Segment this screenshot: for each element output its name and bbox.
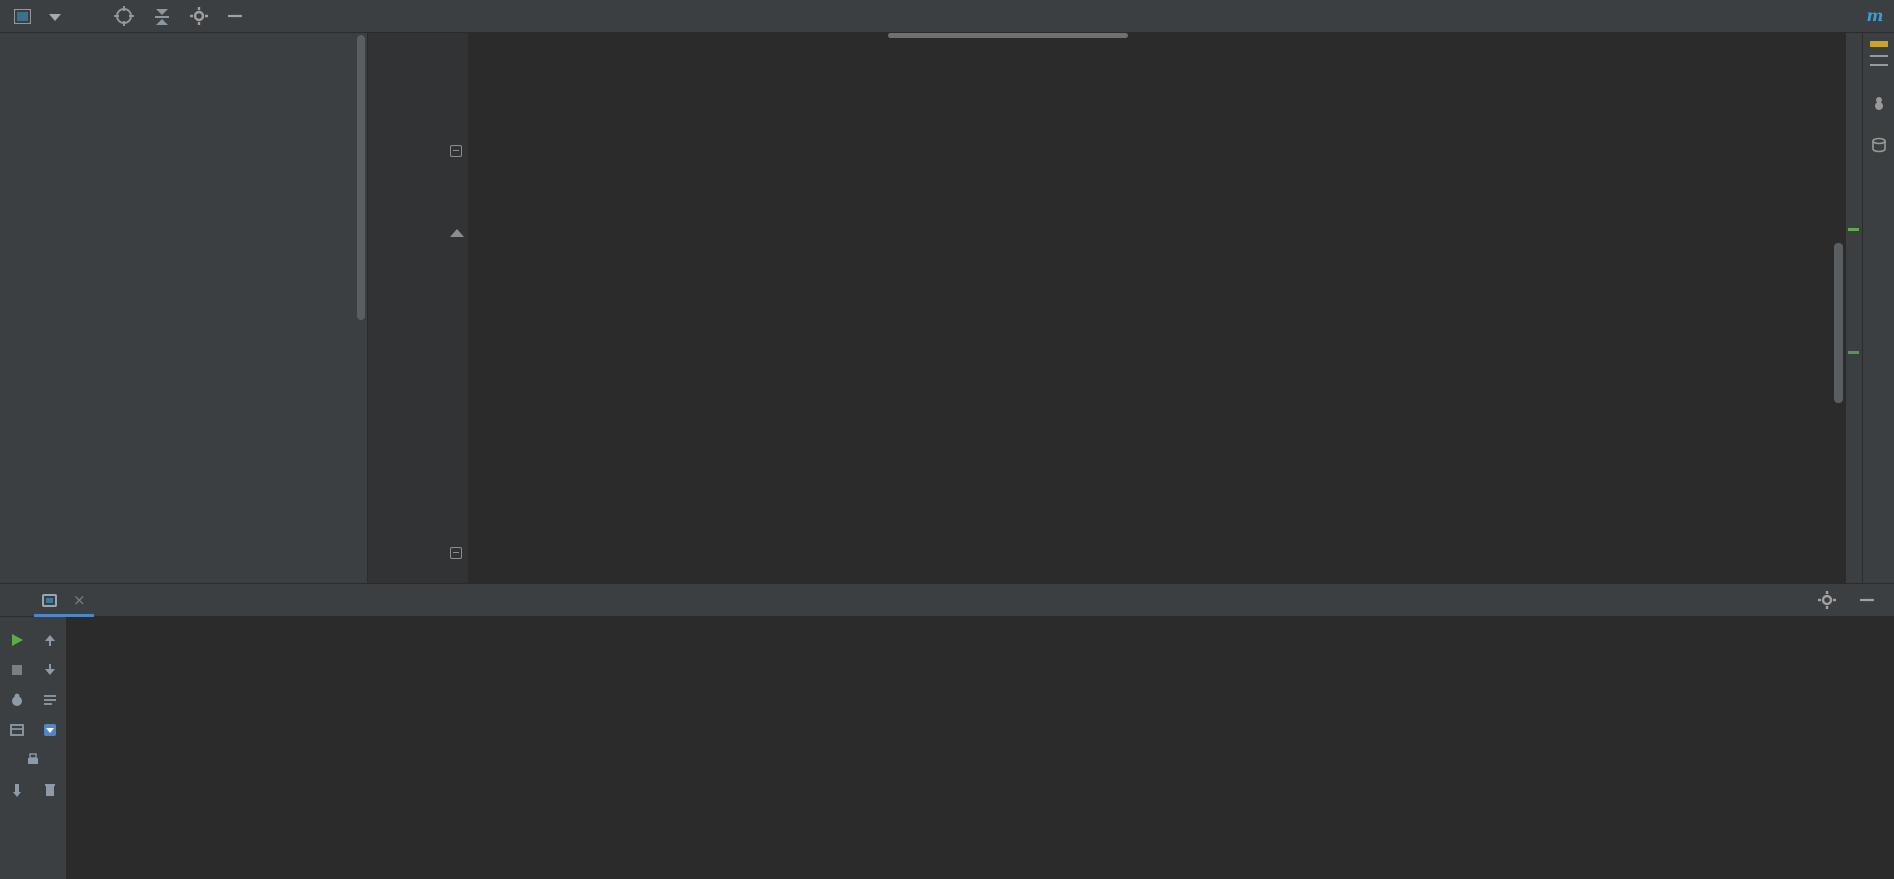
- print-icon[interactable]: [23, 750, 43, 770]
- tool-window-database[interactable]: [1877, 157, 1881, 175]
- down-arrow-icon[interactable]: [40, 660, 60, 680]
- hide-icon[interactable]: [226, 7, 244, 25]
- project-panel-header: [0, 0, 368, 32]
- scroll-to-end-icon[interactable]: [40, 720, 60, 740]
- tab-overflow-icon[interactable]: [1856, 0, 1894, 32]
- code-folding-column[interactable]: [446, 33, 468, 583]
- divider-line-1: [1869, 55, 1888, 57]
- code-editor[interactable]: [368, 33, 1862, 583]
- ant-icon: [1871, 95, 1887, 111]
- stop-icon[interactable]: [7, 660, 27, 680]
- editor-tab-strip: [368, 0, 1856, 32]
- divider-line-2: [1869, 64, 1888, 66]
- tree-scrollbar[interactable]: [357, 35, 365, 320]
- tool-window-maven[interactable]: [1877, 73, 1881, 91]
- editor-vertical-scrollbar[interactable]: [1834, 243, 1843, 403]
- run-configuration-icon: [42, 593, 57, 607]
- stripe-mark-change: [1848, 351, 1859, 354]
- settings-gear-icon[interactable]: [190, 7, 208, 25]
- line-number-gutter[interactable]: [368, 33, 446, 583]
- fold-marker-32[interactable]: [450, 547, 462, 559]
- chevron-down-icon[interactable]: [49, 14, 61, 21]
- fold-marker-21[interactable]: [450, 229, 464, 237]
- horizontal-scrollbar[interactable]: [888, 33, 1128, 38]
- rerun-icon[interactable]: [7, 630, 27, 650]
- layout-icon[interactable]: [7, 720, 27, 740]
- idea-window: [0, 0, 1894, 879]
- run-console-output[interactable]: [66, 617, 1894, 879]
- run-side-toolbar[interactable]: [0, 617, 66, 879]
- top-bar: [0, 0, 1894, 33]
- stripe-mark-run: [1848, 228, 1859, 231]
- settings-gear-icon[interactable]: [1818, 591, 1836, 609]
- soft-wrap-icon[interactable]: [40, 690, 60, 710]
- run-tab-chainpatterndemo[interactable]: [30, 584, 98, 617]
- bug-icon[interactable]: [7, 690, 27, 710]
- run-panel-header: [0, 584, 1894, 617]
- main-content-row: [0, 33, 1894, 583]
- error-stripe-marker-bar[interactable]: [1846, 33, 1862, 583]
- right-tool-window-bar[interactable]: [1862, 33, 1894, 583]
- project-tree[interactable]: [0, 33, 368, 583]
- locate-icon[interactable]: [114, 6, 134, 26]
- maven-tab-icon: [1865, 8, 1885, 24]
- run-tool-window: [0, 583, 1894, 879]
- tool-window-ant[interactable]: [1877, 115, 1881, 133]
- maven-stripe-icon: [1869, 41, 1888, 47]
- collapse-all-icon[interactable]: [152, 6, 172, 26]
- fold-marker-19[interactable]: [450, 145, 462, 157]
- trash-icon[interactable]: [40, 780, 60, 800]
- project-window-icon: [14, 8, 31, 24]
- minimize-icon[interactable]: [1858, 591, 1876, 609]
- close-icon[interactable]: [73, 591, 86, 609]
- editor-area: [368, 33, 1862, 583]
- code-text[interactable]: [468, 33, 1846, 583]
- up-arrow-icon[interactable]: [40, 630, 60, 650]
- run-panel-body: [0, 617, 1894, 879]
- database-icon: [1871, 137, 1887, 153]
- pin-icon[interactable]: [7, 780, 27, 800]
